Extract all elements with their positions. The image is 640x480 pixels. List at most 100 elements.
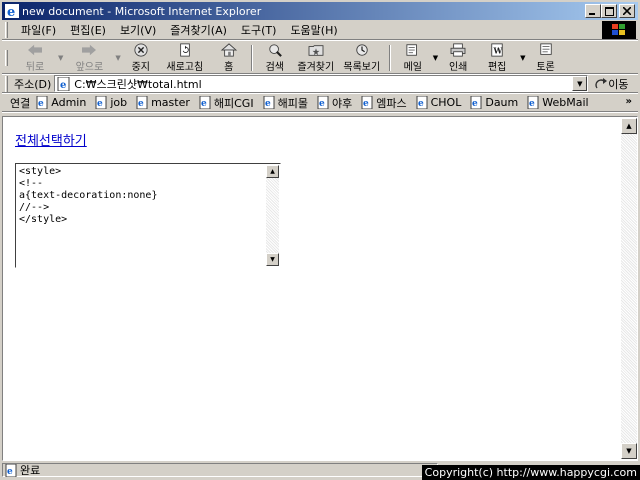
print-button[interactable]: 인쇄 [440, 42, 476, 73]
address-box: e ▼ [54, 75, 589, 92]
menu-edit[interactable]: 편집(E) [63, 22, 113, 38]
go-button[interactable]: 이동 [595, 76, 629, 92]
history-button[interactable]: 목록보기 [339, 43, 385, 73]
svg-text:e: e [319, 99, 325, 109]
link-page-icon: e [317, 96, 329, 109]
document-area: 전체선택하기 ▲ ▼ [4, 118, 622, 459]
code-textarea-frame: ▲ ▼ [15, 163, 281, 268]
link-master[interactable]: e master [136, 96, 190, 109]
link-daum[interactable]: e Daum [470, 96, 518, 109]
back-button[interactable]: 뒤로 [14, 43, 56, 73]
link-page-icon: e [263, 96, 275, 109]
mail-dropdown-icon[interactable]: ▼ [433, 54, 438, 62]
copyright-watermark: Copyright(c) http://www.happycgi.com [421, 465, 640, 480]
close-icon [623, 7, 631, 15]
refresh-label: 새로고침 [166, 61, 204, 73]
go-arrow-icon [595, 77, 608, 88]
home-label: 홈 [224, 61, 234, 73]
edit-button[interactable]: W 편집 [476, 42, 518, 73]
minimize-button[interactable] [585, 4, 601, 18]
address-input[interactable] [71, 76, 562, 91]
favorites-label: 즐겨찾기 [297, 61, 335, 73]
svg-text:e: e [97, 99, 103, 109]
history-label: 목록보기 [343, 61, 381, 73]
chevron-down-icon: ▼ [270, 256, 275, 263]
search-label: 검색 [265, 61, 284, 73]
mail-icon [406, 43, 417, 56]
svg-text:e: e [60, 80, 66, 91]
toolbar-separator [250, 44, 253, 71]
toolbar-separator [388, 44, 391, 71]
link-happymall[interactable]: e 해피몰 [263, 95, 308, 111]
code-textarea[interactable] [17, 165, 267, 266]
forward-dropdown-icon[interactable]: ▼ [115, 54, 120, 62]
favorites-button[interactable]: 즐겨찾기 [293, 43, 339, 73]
back-arrow-icon [28, 44, 42, 55]
search-button[interactable]: 검색 [257, 43, 293, 73]
address-dropdown-button[interactable]: ▼ [572, 76, 588, 91]
history-icon [356, 43, 368, 56]
back-dropdown-icon[interactable]: ▼ [58, 54, 63, 62]
standard-toolbar: 뒤로 ▼ 앞으로 ▼ 중지 새로고침 홈 검색 즐겨찾기 목록보기 메일 ▼ 인… [2, 42, 638, 74]
ie-logo-icon: e [5, 4, 19, 18]
page-content: 전체선택하기 ▲ ▼ ▲ ▼ [2, 116, 638, 461]
forward-arrow-icon [82, 44, 97, 55]
stop-button[interactable]: 중지 [123, 42, 159, 73]
window-title: new document - Microsoft Internet Explor… [22, 4, 262, 18]
link-admin[interactable]: e Admin [36, 96, 86, 109]
link-page-icon: e [95, 96, 107, 109]
menu-bar: 파일(F) 편집(E) 보기(V) 즐겨찾기(A) 도구(T) 도움말(H) [2, 20, 638, 40]
link-page-icon: e [416, 96, 428, 109]
svg-text:e: e [472, 99, 478, 109]
chevron-up-icon: ▲ [270, 168, 275, 175]
close-button[interactable] [619, 4, 635, 18]
edit-dropdown-icon[interactable]: ▼ [520, 54, 525, 62]
home-button[interactable]: 홈 [211, 42, 247, 73]
menu-favorites[interactable]: 즐겨찾기(A) [163, 22, 234, 38]
search-globe-icon [269, 43, 282, 57]
svg-text:e: e [529, 99, 535, 109]
refresh-button[interactable]: 새로고침 [159, 42, 211, 73]
menu-help[interactable]: 도움말(H) [283, 22, 344, 38]
link-job[interactable]: e job [95, 96, 127, 109]
forward-button[interactable]: 앞으로 [65, 43, 113, 73]
windows-logo-throbber [602, 21, 636, 39]
back-label: 뒤로 [25, 61, 45, 73]
page-scrollbar[interactable]: ▲ ▼ [621, 118, 637, 459]
link-webmail[interactable]: e WebMail [527, 96, 589, 109]
chevron-down-icon: ▼ [626, 447, 632, 455]
page-scroll-up-button[interactable]: ▲ [621, 118, 637, 134]
mail-button[interactable]: 메일 [395, 43, 431, 73]
textarea-scrollbar[interactable]: ▲ ▼ [266, 165, 279, 266]
links-overflow-chevron-icon[interactable]: » [626, 96, 632, 107]
select-all-link[interactable]: 전체선택하기 [15, 130, 87, 149]
status-main-panel: e 완료 [2, 463, 438, 477]
toolbar-grip [5, 49, 8, 66]
link-yahoo[interactable]: e 야후 [317, 95, 352, 111]
menu-file[interactable]: 파일(F) [14, 22, 63, 38]
svg-text:e: e [7, 5, 15, 18]
address-grip [5, 75, 8, 92]
home-icon [220, 42, 237, 57]
textarea-scroll-up-button[interactable]: ▲ [266, 165, 279, 178]
menu-grip [5, 21, 8, 38]
menu-tools[interactable]: 도구(T) [234, 22, 284, 38]
link-happycgi[interactable]: e 해피CGI [199, 95, 254, 111]
maximize-button[interactable] [601, 4, 617, 18]
link-page-icon: e [199, 96, 211, 109]
chevron-up-icon: ▲ [626, 122, 632, 130]
discuss-button[interactable]: 토론 [528, 42, 564, 73]
page-icon: e [57, 76, 70, 91]
print-label: 인쇄 [448, 61, 468, 73]
discuss-label: 토론 [536, 61, 555, 73]
svg-text:e: e [418, 99, 424, 109]
link-chol[interactable]: e CHOL [416, 96, 461, 109]
textarea-scroll-down-button[interactable]: ▼ [266, 253, 279, 266]
page-scroll-down-button[interactable]: ▼ [621, 443, 637, 459]
address-bar: 주소(D) e ▼ 이동 [2, 75, 638, 93]
menu-view[interactable]: 보기(V) [113, 22, 163, 38]
title-bar: e new document - Microsoft Internet Expl… [2, 2, 638, 20]
link-empas[interactable]: e 엠파스 [361, 95, 407, 111]
chevron-down-icon: ▼ [577, 79, 583, 88]
windows-flag-icon [612, 24, 625, 35]
